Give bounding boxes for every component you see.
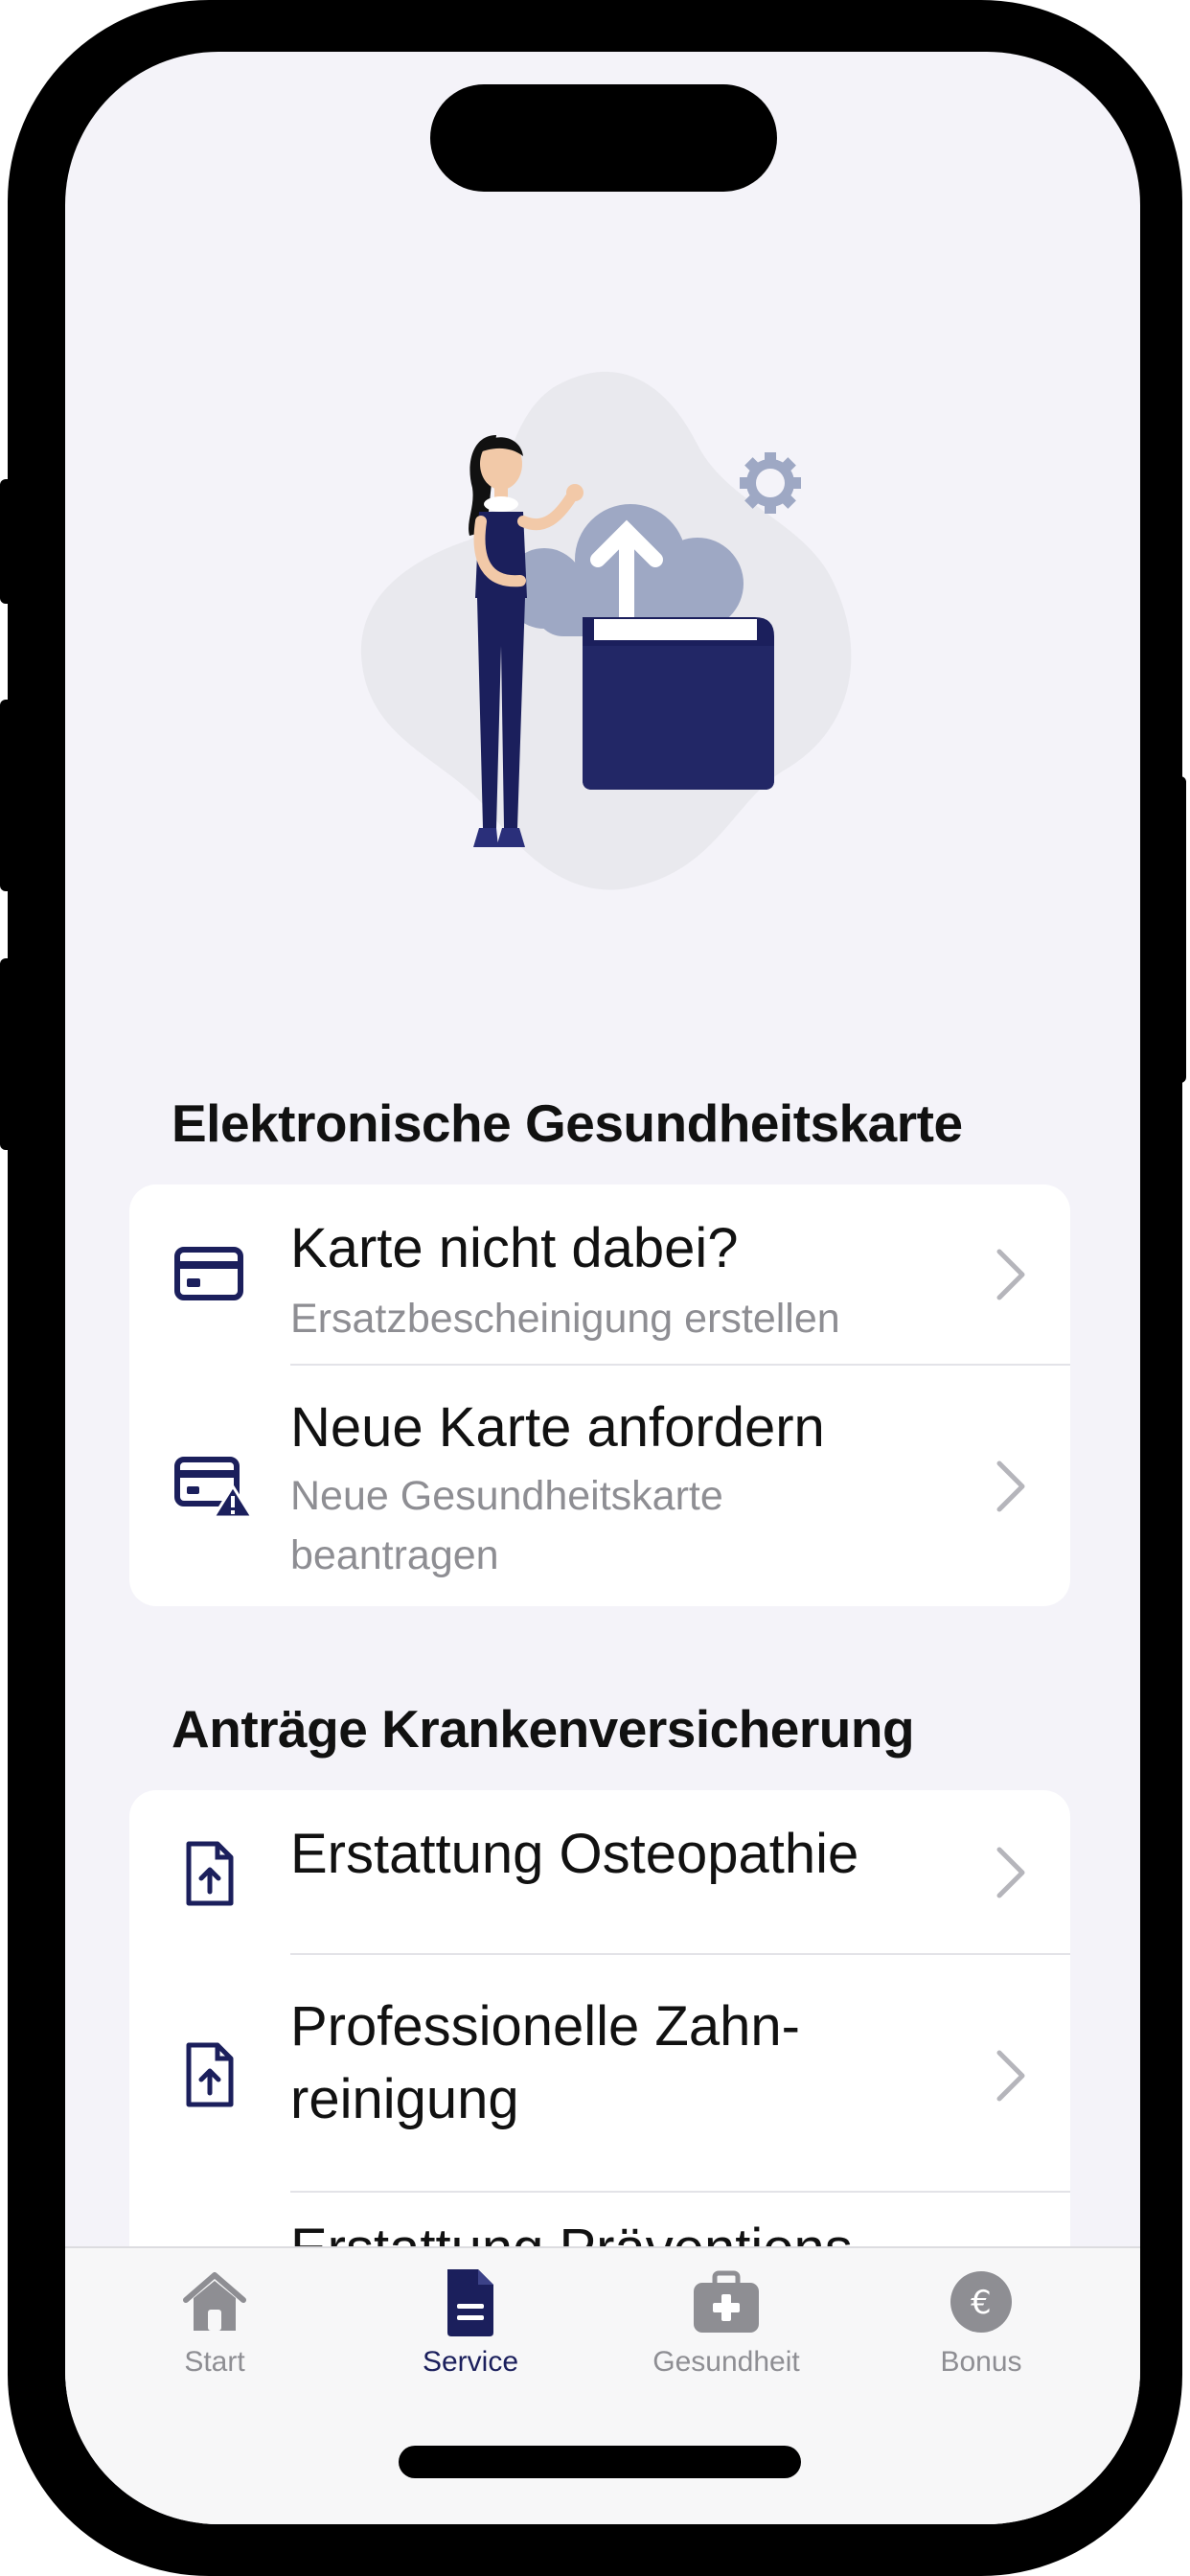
row-subtitle: Ersatzbescheinigung erstellen bbox=[290, 1296, 840, 1342]
row-title-line1: Professionelle Zahn- bbox=[290, 1995, 800, 2058]
list-item-professionelle-zahnreinigung[interactable]: Professionelle Zahn- reinigung bbox=[129, 1955, 1070, 2191]
gear-icon bbox=[740, 452, 801, 514]
tab-label: Bonus bbox=[940, 2346, 1022, 2378]
tab-start[interactable]: Start bbox=[119, 2266, 310, 2400]
tab-label: Gesundheit bbox=[652, 2346, 800, 2378]
tab-label: Start bbox=[184, 2346, 245, 2378]
volume-down-button bbox=[0, 958, 13, 1150]
document-upload-icon bbox=[186, 2042, 234, 2107]
chevron-right-icon bbox=[996, 1460, 1025, 1512]
action-button bbox=[0, 479, 13, 604]
row-title: Karte nicht dabei? bbox=[290, 1217, 739, 1279]
phone-frame: Elektronische Gesundheitskarte Karte nic… bbox=[0, 0, 1186, 2576]
chevron-right-icon bbox=[996, 2050, 1025, 2102]
medical-case-icon bbox=[694, 2270, 759, 2333]
euro-coin-icon: € bbox=[950, 2271, 1012, 2333]
tab-gesundheit[interactable]: Gesundheit bbox=[630, 2266, 822, 2400]
tab-bar: Start Service Gesundheit € Bonus bbox=[65, 2246, 1140, 2524]
list-item-karte-nicht-dabei[interactable]: Karte nicht dabei? Ersatzbescheinigung e… bbox=[129, 1184, 1070, 1365]
screen: Elektronische Gesundheitskarte Karte nic… bbox=[65, 52, 1140, 2524]
volume-up-button bbox=[0, 700, 13, 891]
home-icon bbox=[183, 2272, 246, 2331]
document-icon bbox=[447, 2269, 493, 2336]
tab-bonus[interactable]: € Bonus bbox=[885, 2266, 1077, 2400]
chevron-right-icon bbox=[996, 1847, 1025, 1898]
row-subtitle-line2: beantragen bbox=[290, 1532, 499, 1578]
dynamic-island bbox=[430, 84, 777, 192]
row-subtitle-line1: Neue Gesundheitskarte bbox=[290, 1473, 723, 1519]
tab-service[interactable]: Service bbox=[375, 2266, 566, 2400]
card-warning-icon bbox=[174, 1457, 254, 1519]
list-item-neue-karte-anfordern[interactable]: Neue Karte anfordern Neue Gesundheitskar… bbox=[129, 1366, 1070, 1606]
list-item-erstattung-osteopathie[interactable]: Erstattung Osteopathie bbox=[129, 1790, 1070, 1953]
row-title: Erstattung Osteopathie bbox=[290, 1823, 859, 1885]
card-icon bbox=[174, 1247, 243, 1300]
home-indicator bbox=[399, 2446, 801, 2478]
document-upload-icon bbox=[186, 1841, 234, 1906]
row-title: Neue Karte anfordern bbox=[290, 1396, 825, 1459]
gesundheitskarte-card: Karte nicht dabei? Ersatzbescheinigung e… bbox=[129, 1184, 1070, 1606]
svg-text:€: € bbox=[971, 2284, 992, 2322]
power-button bbox=[1173, 776, 1186, 1083]
chevron-right-icon bbox=[996, 1249, 1025, 1300]
hero-illustration bbox=[360, 371, 852, 890]
section-title-antraege: Anträge Krankenversicherung bbox=[172, 1699, 915, 1759]
tab-label: Service bbox=[422, 2346, 519, 2378]
folder-icon bbox=[583, 617, 774, 790]
section-title-gesundheitskarte: Elektronische Gesundheitskarte bbox=[172, 1093, 963, 1153]
row-title-line2: reinigung bbox=[290, 2068, 519, 2130]
